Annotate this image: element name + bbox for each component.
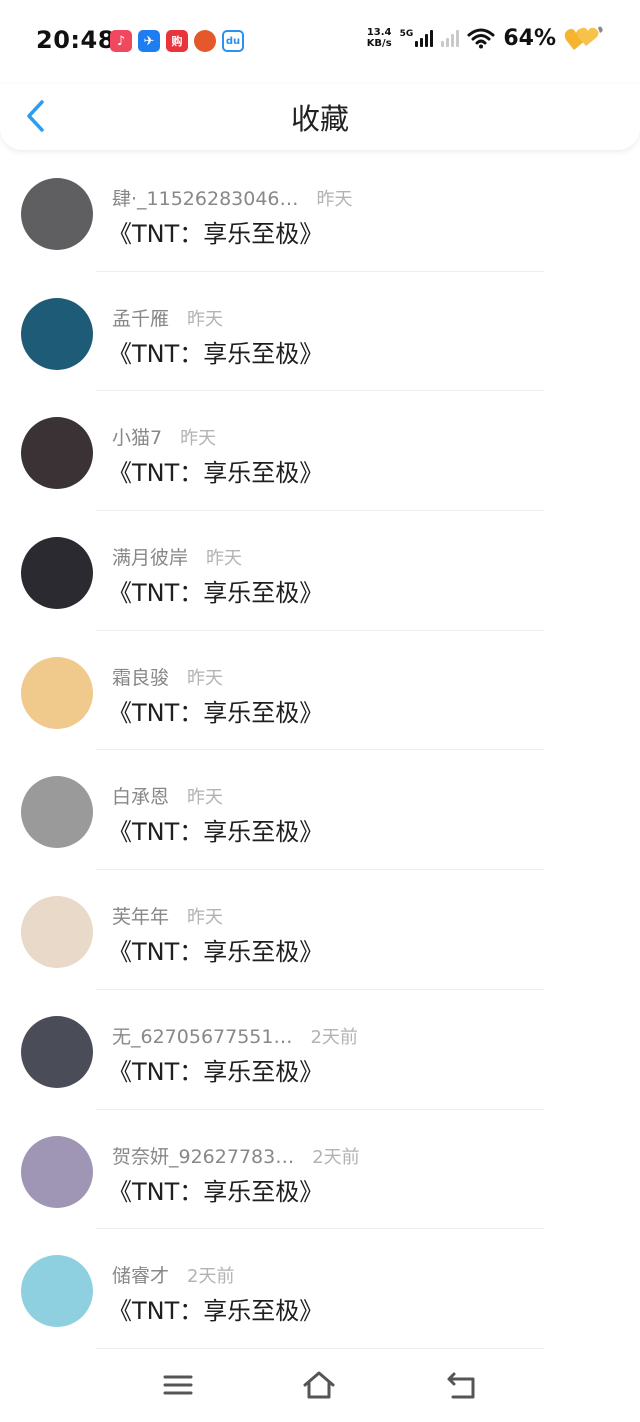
book-title[interactable]: 《TNT：享乐至极》 [108, 932, 323, 967]
book-title[interactable]: 《TNT：享乐至极》 [108, 1052, 323, 1087]
battery-percent: 64% [503, 25, 556, 51]
timestamp: 昨天 [187, 667, 224, 689]
home-icon[interactable] [302, 1368, 336, 1402]
timestamp: 昨天 [180, 428, 217, 450]
divider [96, 1347, 544, 1349]
system-nav-bar [0, 1350, 640, 1422]
item-meta: 肆·_11526283046… 昨天 [112, 184, 353, 211]
timestamp: 昨天 [187, 308, 224, 330]
avatar[interactable] [21, 1135, 93, 1208]
timestamp: 2天前 [187, 1266, 235, 1288]
wifi-icon [467, 28, 495, 49]
signal-bars-secondary-icon [441, 29, 460, 47]
top-bar: 收藏 [0, 84, 640, 150]
item-meta: 芙年年 昨天 [112, 902, 223, 929]
list-item[interactable]: 芙年年 昨天《TNT：享乐至极》 [0, 870, 640, 990]
clock: 20:48 [36, 26, 115, 54]
list-item[interactable]: 满月彼岸 昨天《TNT：享乐至极》 [0, 511, 640, 631]
avatar[interactable] [21, 297, 93, 370]
status-bar: 20:48 ♪ ✈ 购 du 13.4 KB/s 5G 64% [0, 0, 640, 84]
user-name[interactable]: 小猫7 [112, 427, 162, 449]
item-meta: 小猫7 昨天 [112, 423, 216, 450]
douyin-icon: ♪ [110, 30, 132, 52]
user-name[interactable]: 霜良骏 [112, 667, 169, 689]
user-name[interactable]: 孟千雁 [112, 308, 169, 330]
avatar[interactable] [21, 537, 93, 610]
avatar[interactable] [21, 656, 93, 729]
list-item[interactable]: 贺奈妍_92627783… 2天前《TNT：享乐至极》 [0, 1110, 640, 1230]
book-title[interactable]: 《TNT：享乐至极》 [108, 693, 323, 728]
game-icon [194, 30, 216, 52]
user-name[interactable]: 储睿才 [112, 1265, 169, 1287]
list-item[interactable]: 肆·_11526283046… 昨天《TNT：享乐至极》 [0, 152, 640, 272]
book-title[interactable]: 《TNT：享乐至极》 [108, 214, 323, 249]
item-meta: 无_62705677551… 2天前 [112, 1022, 358, 1049]
timestamp: 昨天 [187, 787, 224, 809]
item-meta: 储睿才 2天前 [112, 1261, 234, 1288]
network-type: 5G [399, 29, 414, 39]
list-item[interactable]: 白承恩 昨天《TNT：享乐至极》 [0, 750, 640, 871]
user-name[interactable]: 贺奈妍_92627783… [112, 1146, 294, 1168]
timestamp: 昨天 [187, 907, 224, 929]
user-name[interactable]: 满月彼岸 [112, 547, 188, 569]
avatar[interactable] [21, 1255, 93, 1328]
list-item[interactable]: 孟千雁 昨天《TNT：享乐至极》 [0, 272, 640, 392]
favorites-list: 肆·_11526283046… 昨天 《TNT：享乐至极》 孟千雁 昨天 《TNT：享乐至… [0, 152, 640, 1349]
book-title[interactable]: 《TNT：享乐至极》 [108, 453, 323, 488]
notification-icons: ♪ ✈ 购 du [110, 30, 244, 52]
timestamp: 昨天 [316, 189, 353, 210]
net-speed-value: 13.4 [366, 27, 392, 38]
item-meta: 白承恩 昨天 [112, 782, 223, 809]
shop-icon: 购 [166, 30, 188, 52]
user-name[interactable]: 白承恩 [112, 786, 169, 808]
menu-icon[interactable] [161, 1368, 195, 1402]
user-name[interactable]: 肆·_11526283046… [112, 188, 299, 210]
net-speed: 13.4 KB/s [367, 27, 392, 49]
list-item[interactable]: 储睿才 2天前《TNT：享乐至极》 [0, 1229, 640, 1349]
timestamp: 昨天 [206, 548, 243, 570]
list-item[interactable]: 霜良骏 昨天《TNT：享乐至极》 [0, 631, 640, 751]
avatar[interactable] [21, 776, 93, 849]
baidu-icon: du [222, 30, 244, 52]
list-item[interactable]: 无_62705677551… 2天前《TNT：享乐至极》 [0, 990, 640, 1110]
battery-heart-icon [564, 26, 603, 50]
signal-primary: 5G [400, 29, 434, 47]
status-indicators: 13.4 KB/s 5G 64% [367, 24, 604, 52]
net-speed-unit: KB/s [366, 38, 392, 49]
avatar[interactable] [21, 178, 93, 250]
list-item[interactable]: 小猫7 昨天《TNT：享乐至极》 [0, 391, 640, 512]
item-meta: 霜良骏 昨天 [112, 663, 223, 690]
page-title: 收藏 [290, 102, 349, 136]
book-title[interactable]: 《TNT：享乐至极》 [108, 1291, 323, 1326]
book-title[interactable]: 《TNT：享乐至极》 [108, 812, 323, 847]
book-title[interactable]: 《TNT：享乐至极》 [108, 334, 323, 369]
item-meta: 满月彼岸 昨天 [112, 543, 242, 570]
item-meta: 贺奈妍_92627783… 2天前 [112, 1142, 360, 1169]
timestamp: 2天前 [310, 1026, 358, 1048]
avatar[interactable] [21, 417, 93, 490]
user-name[interactable]: 无_62705677551… [112, 1026, 292, 1048]
signal-bars-icon [415, 29, 434, 47]
item-meta: 孟千雁 昨天 [112, 304, 223, 331]
user-name[interactable]: 芙年年 [112, 906, 169, 928]
avatar[interactable] [21, 1015, 93, 1088]
dingtalk-icon: ✈ [138, 30, 160, 52]
back-nav-icon[interactable] [445, 1368, 479, 1402]
book-title[interactable]: 《TNT：享乐至极》 [108, 1172, 323, 1207]
book-title[interactable]: 《TNT：享乐至极》 [108, 573, 323, 608]
timestamp: 2天前 [312, 1146, 360, 1168]
avatar[interactable] [21, 896, 93, 969]
